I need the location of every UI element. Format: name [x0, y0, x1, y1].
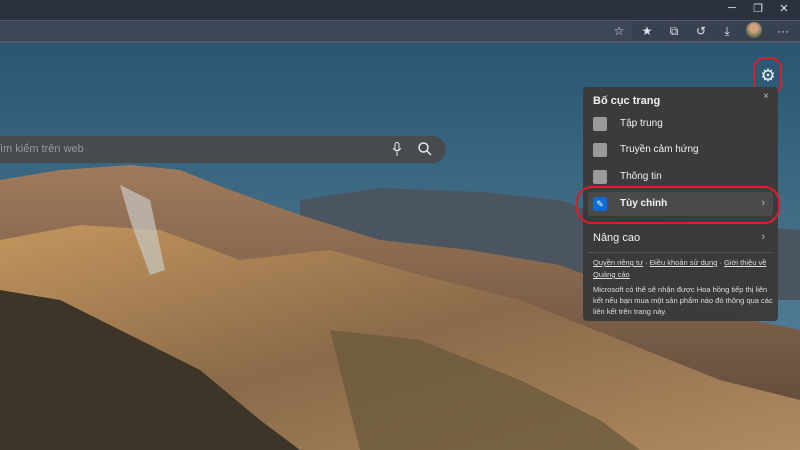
- disclaimer: Microsoft có thể sẽ nhận được Hoa hồng t…: [593, 285, 773, 316]
- mic-icon[interactable]: [392, 142, 402, 157]
- footer-links: Quyền riêng tư · Điều khoản sử dụng · Gi…: [593, 258, 767, 279]
- history-icon[interactable]: ↺: [690, 23, 712, 39]
- layout-focused[interactable]: Tập trung: [588, 112, 773, 136]
- focused-icon: [593, 117, 607, 131]
- restore-button[interactable]: ❐: [748, 2, 768, 15]
- chevron-right-icon: ›: [761, 231, 765, 243]
- highlight-ring: [576, 186, 780, 224]
- title-bar: ─ ❐ ✕: [0, 0, 800, 20]
- collections-icon[interactable]: ⧉: [663, 23, 685, 39]
- panel-title: Bố cục trang: [593, 95, 661, 107]
- image-icon: [593, 143, 607, 157]
- toolbar: ☆ ★ ⧉ ↺ ⤓ ···: [0, 20, 800, 43]
- search-input[interactable]: ìm kiếm trên web: [0, 136, 446, 163]
- divider: [588, 252, 773, 253]
- layout-inspirational[interactable]: Truyền cảm hứng: [588, 138, 773, 162]
- favorites-icon[interactable]: ★: [636, 23, 658, 39]
- close-icon[interactable]: ×: [763, 91, 769, 102]
- close-window-button[interactable]: ✕: [774, 2, 794, 15]
- search-icon[interactable]: [418, 142, 432, 156]
- avatar[interactable]: [746, 22, 762, 38]
- address-bar[interactable]: [0, 22, 632, 40]
- news-icon: [593, 170, 607, 184]
- terms-link[interactable]: Điều khoản sử dụng: [650, 258, 718, 267]
- minimize-button[interactable]: ─: [722, 2, 742, 14]
- downloads-icon[interactable]: ⤓: [716, 23, 738, 39]
- search-placeholder: ìm kiếm trên web: [0, 143, 84, 155]
- more-icon[interactable]: ···: [772, 23, 794, 39]
- privacy-link[interactable]: Quyền riêng tư: [593, 258, 643, 267]
- add-favorite-icon[interactable]: ☆: [608, 23, 630, 39]
- advanced-settings[interactable]: Nâng cao ›: [588, 226, 773, 250]
